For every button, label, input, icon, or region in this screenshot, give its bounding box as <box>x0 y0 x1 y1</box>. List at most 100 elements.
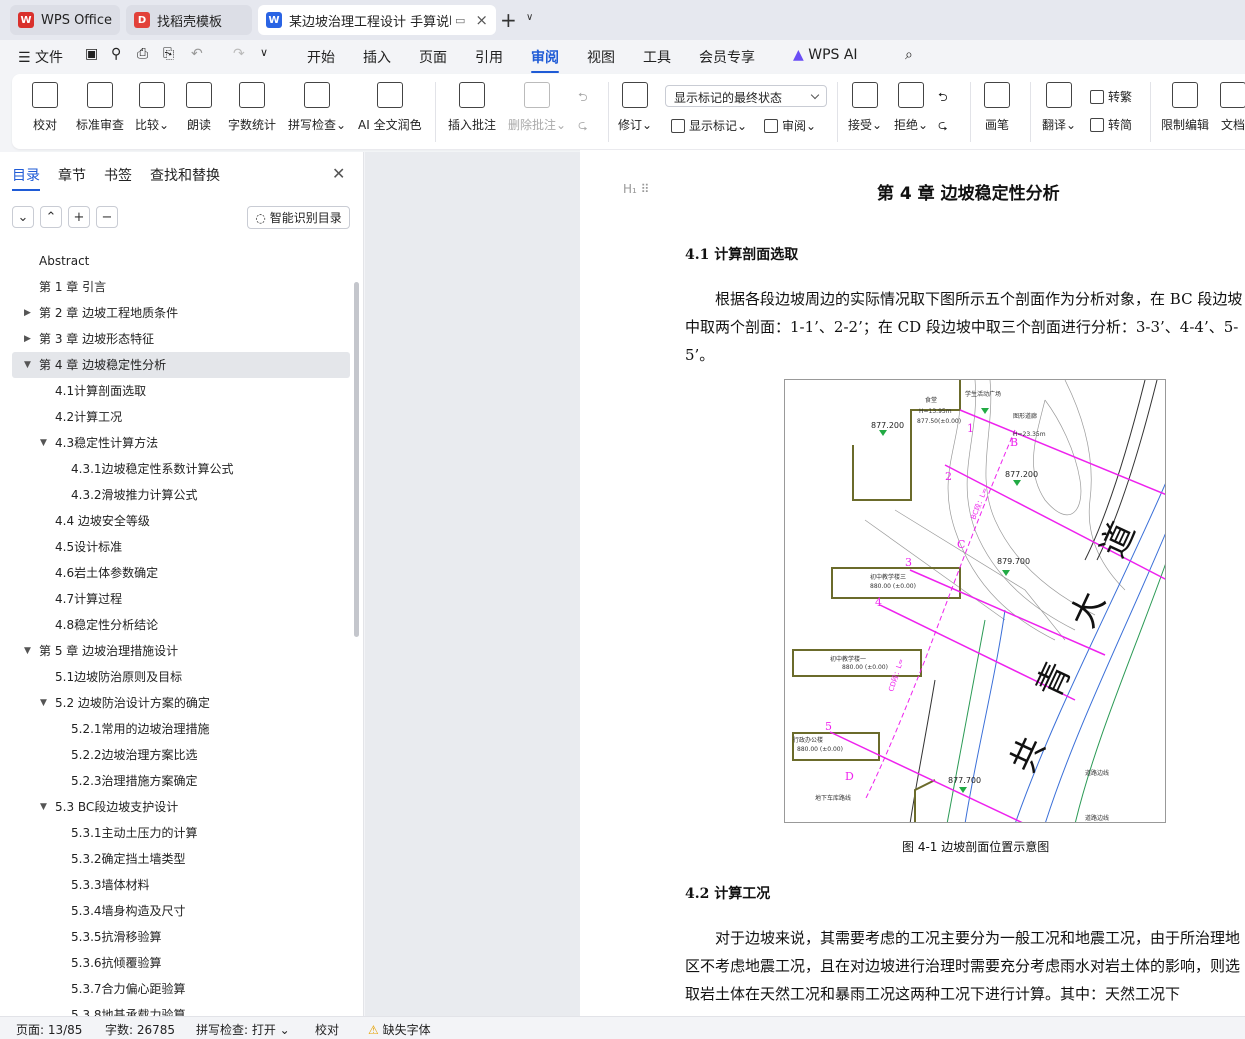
prev-comment-icon[interactable]: ⮌ <box>578 88 588 109</box>
proofread-status[interactable]: 校对 <box>315 1021 339 1038</box>
nav-tab-toc[interactable]: 目录 <box>12 165 40 191</box>
redo-icon[interactable]: ↷ <box>233 46 245 62</box>
toc-item[interactable]: Abstract <box>12 248 350 274</box>
to-traditional-button[interactable]: 转繁 <box>1090 88 1132 105</box>
insert-comment-button[interactable]: 插入批注 <box>448 82 496 133</box>
toc-item[interactable]: 4.4 边坡安全等级 <box>12 508 350 534</box>
menu-wps-ai[interactable]: ▲ WPS AI <box>793 47 858 63</box>
proofread-button[interactable]: 校对 <box>32 82 58 133</box>
review-pane-button[interactable]: 审阅 ⌄ <box>764 117 816 134</box>
caret-down-icon[interactable]: ▼ <box>24 352 31 378</box>
menu-insert[interactable]: 插入 <box>363 47 391 67</box>
word-count-button[interactable]: 字数统计 <box>228 82 276 133</box>
accept-button[interactable]: 接受⌄ <box>848 82 882 133</box>
quick-access-chevron-icon[interactable]: ∨ <box>260 46 268 59</box>
toc-item[interactable]: ▼ 4.3稳定性计算方法 <box>12 430 350 456</box>
toc-item[interactable]: 第 1 章 引言 <box>12 274 350 300</box>
nav-tab-bookmarks[interactable]: 书签 <box>104 165 132 185</box>
toc-item[interactable]: 4.3.1边坡稳定性系数计算公式 <box>12 456 350 482</box>
toc-item[interactable]: 5.3.3墙体材料 <box>12 872 350 898</box>
document-page[interactable]: H₁ ⠿ 第 4 章 边坡稳定性分析 4.1 计算剖面选取 根据各段边坡周边的实… <box>580 150 1245 1016</box>
caret-down-icon[interactable]: ▼ <box>24 638 31 664</box>
toc-item[interactable]: 5.3.7合力偏心距验算 <box>12 976 350 1002</box>
document-button[interactable]: 文档 <box>1220 82 1245 133</box>
toc-item[interactable]: 4.2计算工况 <box>12 404 350 430</box>
pen-button[interactable]: 画笔 <box>984 82 1010 133</box>
new-tab-icon[interactable]: + <box>500 8 517 32</box>
menu-page[interactable]: 页面 <box>419 47 447 67</box>
undo-icon[interactable]: ↶ <box>191 46 203 62</box>
nav-tab-sections[interactable]: 章节 <box>58 165 86 185</box>
toc-item[interactable]: 5.3.2确定挡土墙类型 <box>12 846 350 872</box>
markup-mode-select[interactable]: 显示标记的最终状态 <box>665 85 827 107</box>
toc-item[interactable]: ▶ 第 2 章 边坡工程地质条件 <box>12 300 350 326</box>
save-icon[interactable]: ▣ <box>85 46 98 62</box>
toc-item[interactable]: 4.3.2滑坡推力计算公式 <box>12 482 350 508</box>
toc-item[interactable]: 4.7计算过程 <box>12 586 350 612</box>
tab-wps-office[interactable]: W WPS Office <box>10 5 120 35</box>
tab-document[interactable]: W 某边坡治理工程设计 手算说明 ▭ × <box>258 5 496 35</box>
expand-down-button[interactable]: ⌄ <box>12 206 34 228</box>
toc-item[interactable]: ▼ 5.2 边坡防治设计方案的确定 <box>12 690 350 716</box>
toc-item[interactable]: 5.1边坡防治原则及目标 <box>12 664 350 690</box>
compare-button[interactable]: 比较⌄ <box>135 82 169 133</box>
toc-item[interactable]: 5.3.1主动土压力的计算 <box>12 820 350 846</box>
toc-item[interactable]: 5.3.6抗倾覆验算 <box>12 950 350 976</box>
close-tab-icon[interactable]: × <box>475 11 488 29</box>
smart-toc-button[interactable]: ◌ 智能识别目录 <box>247 206 350 229</box>
toc-item[interactable]: ▼ 第 4 章 边坡稳定性分析 <box>12 352 350 378</box>
remove-heading-button[interactable]: − <box>96 206 118 228</box>
toc-item[interactable]: 4.1计算剖面选取 <box>12 378 350 404</box>
spell-check-status[interactable]: 拼写检查: 打开 ⌄ <box>196 1021 290 1038</box>
print-icon[interactable]: ⎙ <box>137 46 148 62</box>
next-comment-icon[interactable]: ⮎ <box>578 116 588 137</box>
reject-button[interactable]: 拒绝⌄ <box>894 82 928 133</box>
restrict-editing-button[interactable]: 限制编辑 <box>1161 82 1209 133</box>
caret-down-icon[interactable]: ▼ <box>40 690 47 716</box>
tab-template[interactable]: D 找稻壳模板 <box>126 5 252 35</box>
nav-tab-find-replace[interactable]: 查找和替换 <box>150 165 220 185</box>
standard-review-button[interactable]: 标准审查 <box>76 82 124 133</box>
toc-item[interactable]: 5.3.5抗滑移验算 <box>12 924 350 950</box>
caret-right-icon[interactable]: ▶ <box>24 326 31 352</box>
toc-item[interactable]: 5.2.1常用的边坡治理措施 <box>12 716 350 742</box>
caret-down-icon[interactable]: ▼ <box>40 794 47 820</box>
toc-item[interactable]: 5.2.2边坡治理方案比选 <box>12 742 350 768</box>
prev-change-icon[interactable]: ⮌ <box>938 88 948 109</box>
caret-down-icon[interactable]: ▼ <box>40 430 47 456</box>
close-panel-icon[interactable]: ✕ <box>332 164 345 183</box>
page-indicator[interactable]: 页面: 13/85 <box>16 1021 82 1038</box>
collapse-up-button[interactable]: ⌃ <box>40 206 62 228</box>
heading-drag-icon[interactable]: H₁ ⠿ <box>623 182 649 196</box>
toc-item[interactable]: 5.3.4墙身构造及尺寸 <box>12 898 350 924</box>
caret-right-icon[interactable]: ▶ <box>24 300 31 326</box>
panel-scrollbar[interactable] <box>354 282 359 637</box>
missing-font-status[interactable]: ⚠ 缺失字体 <box>368 1021 431 1038</box>
word-count[interactable]: 字数: 26785 <box>105 1021 175 1038</box>
menu-start[interactable]: 开始 <box>307 47 335 67</box>
menu-references[interactable]: 引用 <box>475 47 503 67</box>
delete-comment-button[interactable]: 删除批注⌄ <box>508 82 566 133</box>
menu-file[interactable]: ☰ 文件 <box>18 47 63 67</box>
translate-button[interactable]: 翻译⌄ <box>1042 82 1076 133</box>
menu-tools[interactable]: 工具 <box>643 47 671 67</box>
show-markup-button[interactable]: 显示标记 ⌄ <box>671 117 747 134</box>
track-changes-button[interactable]: 修订⌄ <box>618 82 652 133</box>
ai-polish-button[interactable]: AI 全文润色 <box>358 82 422 133</box>
search-icon[interactable]: ⌕ <box>905 47 913 63</box>
menu-view[interactable]: 视图 <box>587 47 615 67</box>
tab-list-chevron-icon[interactable]: ∨ <box>526 12 533 23</box>
share-icon[interactable]: ⚲ <box>111 46 121 62</box>
toc-item[interactable]: 4.6岩土体参数确定 <box>12 560 350 586</box>
toc-item[interactable]: ▼ 第 5 章 边坡治理措施设计 <box>12 638 350 664</box>
spell-check-button[interactable]: 拼写检查⌄ <box>288 82 346 133</box>
toc-item[interactable]: 4.5设计标准 <box>12 534 350 560</box>
to-simplified-button[interactable]: 转简 <box>1090 116 1132 133</box>
menu-review[interactable]: 审阅 <box>531 47 559 73</box>
menu-member[interactable]: 会员专享 <box>699 47 755 67</box>
read-aloud-button[interactable]: 朗读 <box>186 82 212 133</box>
toc-item[interactable]: ▶ 第 3 章 边坡形态特征 <box>12 326 350 352</box>
add-heading-button[interactable]: + <box>68 206 90 228</box>
toc-item[interactable]: ▼ 5.3 BC段边坡支护设计 <box>12 794 350 820</box>
toc-item[interactable]: 5.2.3治理措施方案确定 <box>12 768 350 794</box>
